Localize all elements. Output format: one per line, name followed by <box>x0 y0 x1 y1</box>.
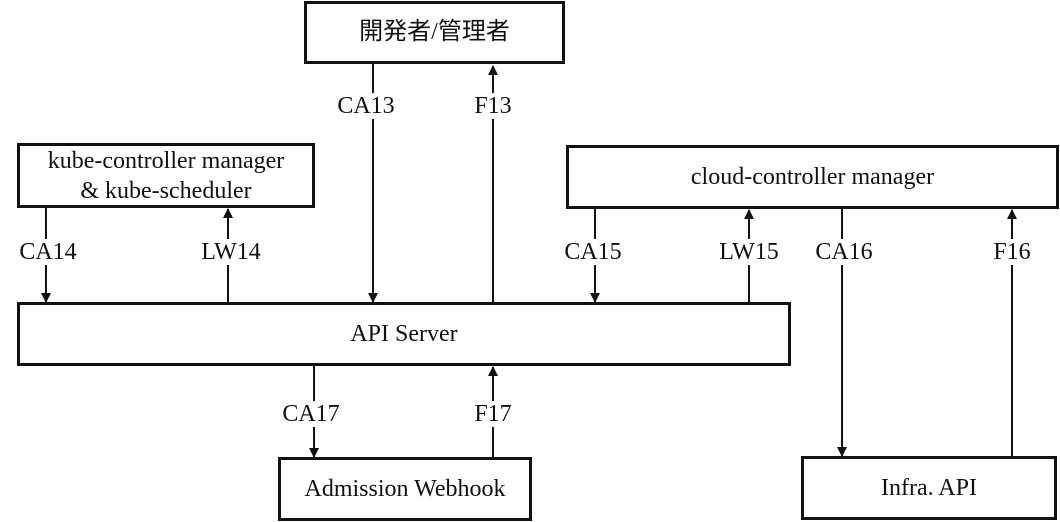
node-infra-label: Infra. API <box>881 474 977 501</box>
edge-ca14-label: CA14 <box>17 239 79 265</box>
edge-ca17-label: CA17 <box>280 401 342 427</box>
edge-ca15-label: CA15 <box>562 239 624 265</box>
node-ccm-label: cloud-controller manager <box>690 163 935 190</box>
edge-f13-label: F13 <box>472 93 514 119</box>
edge-lw14-label: LW14 <box>199 239 263 265</box>
node-cloud-controller-manager: cloud-controller manager <box>566 145 1059 209</box>
edge-ca16-label: CA16 <box>813 239 875 265</box>
node-kube-controller-manager: kube-controller manager & kube-scheduler <box>17 143 315 208</box>
edge-f17-label: F17 <box>472 401 514 427</box>
node-developer-label: 開発者/管理者 <box>359 19 510 46</box>
node-infra-api: Infra. API <box>801 456 1057 520</box>
node-developer: 開発者/管理者 <box>304 1 565 64</box>
edge-f16-label: F16 <box>991 239 1033 265</box>
node-api-server-label: API Server <box>350 320 458 347</box>
node-api-server: API Server <box>17 302 791 366</box>
node-admission-label: Admission Webhook <box>304 475 506 502</box>
edge-lw15-label: LW15 <box>717 239 781 265</box>
node-kcm-label-line2: & kube-scheduler <box>80 177 252 204</box>
node-admission-webhook: Admission Webhook <box>278 457 532 521</box>
connector-layer <box>41 64 1017 458</box>
edge-ca13-label: CA13 <box>335 93 397 119</box>
node-kcm-label-line1: kube-controller manager <box>47 147 285 174</box>
